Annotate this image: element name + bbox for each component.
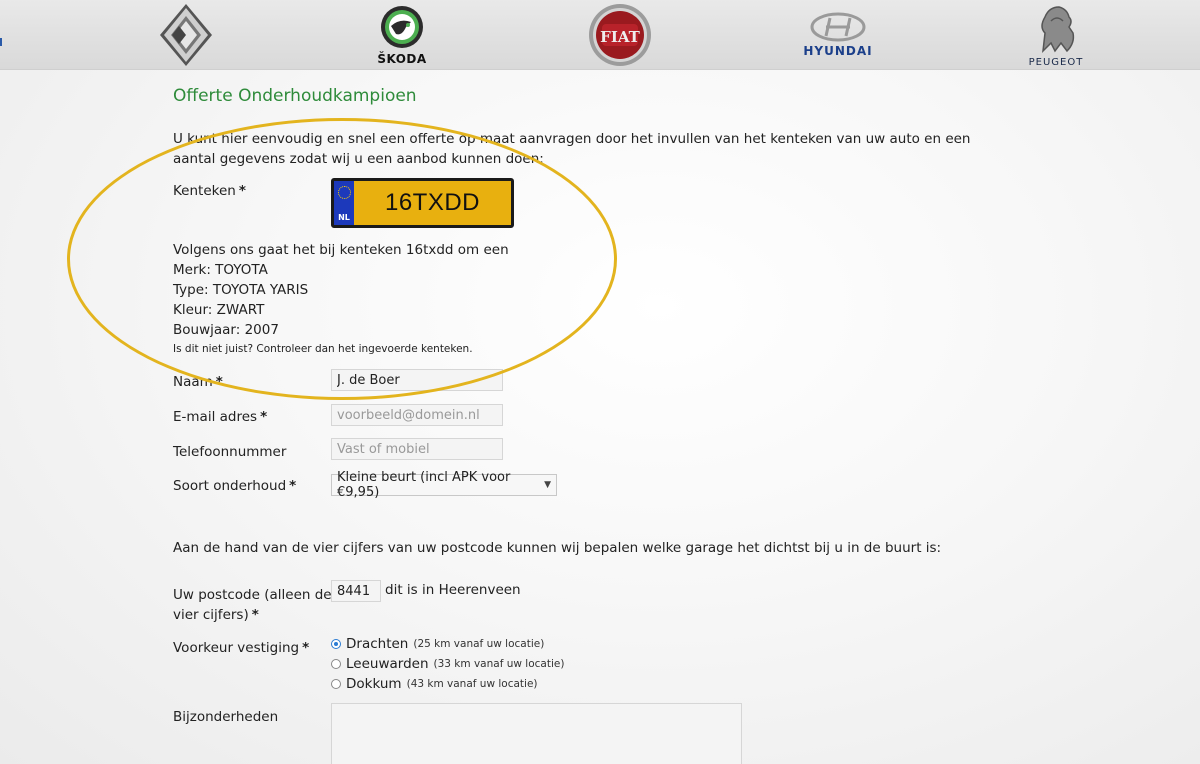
radio-drachten[interactable]: Drachten (25 km vanaf uw locatie) xyxy=(331,634,564,654)
vestiging-label: Voorkeur vestiging * xyxy=(173,640,310,656)
svg-text:FIAT: FIAT xyxy=(600,28,640,46)
onderhoud-select[interactable]: Kleine beurt (incl APK voor €9,95) ▼ xyxy=(331,470,557,500)
license-plate-input[interactable]: NL 16TXDD xyxy=(331,178,514,228)
brand-renault[interactable] xyxy=(154,0,218,70)
peugeot-lion-icon xyxy=(1041,5,1075,53)
bijzonderheden-label: Bijzonderheden xyxy=(173,709,279,725)
postcode-input[interactable] xyxy=(331,580,381,602)
onderhoud-selected-value: Kleine beurt (incl APK voor €9,95) xyxy=(337,470,511,500)
brand-fiat[interactable]: FIAT xyxy=(584,0,656,70)
brand-bar: ŠKODA FIAT HYUNDAI PEUGEOT xyxy=(0,0,1200,70)
onderhoud-label: Soort onderhoud * xyxy=(173,478,297,494)
postcode-intro: Aan de hand van de vier cijfers van uw p… xyxy=(173,540,942,556)
telefoon-input[interactable] xyxy=(331,438,503,460)
page-title: Offerte Onderhoudkampioen xyxy=(173,86,417,106)
skoda-logo-icon xyxy=(381,6,423,48)
kenteken-label: Kenteken * xyxy=(173,183,246,199)
chevron-down-icon: ▼ xyxy=(544,480,551,490)
radio-button[interactable] xyxy=(331,679,341,689)
eu-stars-icon xyxy=(337,186,351,199)
brand-name: HYUNDAI xyxy=(803,44,873,58)
brand-name: ŠKODA xyxy=(377,52,427,66)
email-label: E-mail adres * xyxy=(173,409,268,425)
brand-hyundai[interactable]: HYUNDAI xyxy=(798,0,878,70)
vehicle-info: Volgens ons gaat het bij kenteken 16txdd… xyxy=(173,242,509,338)
renault-logo-icon xyxy=(160,4,212,66)
intro-text: U kunt hier eenvoudig en snel een offert… xyxy=(173,131,971,167)
fiat-logo-icon: FIAT xyxy=(589,4,651,66)
vestiging-radio-group: Drachten (25 km vanaf uw locatie) Leeuwa… xyxy=(331,634,564,694)
plate-country: NL xyxy=(338,213,350,222)
email-input[interactable] xyxy=(331,404,503,426)
postcode-label: Uw postcode (alleen de vier cijfers) * xyxy=(173,587,332,623)
radio-button[interactable] xyxy=(331,659,341,669)
vehicle-note: Is dit niet juist? Controleer dan het in… xyxy=(173,343,473,355)
naam-input[interactable] xyxy=(331,369,503,391)
radio-dokkum[interactable]: Dokkum (43 km vanaf uw locatie) xyxy=(331,674,564,694)
brand-peugeot[interactable]: PEUGEOT xyxy=(1016,0,1096,70)
bijzonderheden-textarea[interactable] xyxy=(331,703,742,764)
radio-leeuwarden[interactable]: Leeuwarden (33 km vanaf uw locatie) xyxy=(331,654,564,674)
postcode-result: dit is in Heerenveen xyxy=(385,582,521,598)
hyundai-logo-icon xyxy=(810,12,866,42)
brand-name: PEUGEOT xyxy=(1028,56,1084,68)
eu-band: NL xyxy=(334,181,354,225)
edge-mark xyxy=(0,38,2,46)
radio-button-checked[interactable] xyxy=(331,639,341,649)
brand-skoda[interactable]: ŠKODA xyxy=(366,0,438,70)
naam-label: Naam * xyxy=(173,374,223,390)
plate-value: 16TXDD xyxy=(384,189,481,216)
telefoon-label: Telefoonnummer xyxy=(173,444,287,460)
